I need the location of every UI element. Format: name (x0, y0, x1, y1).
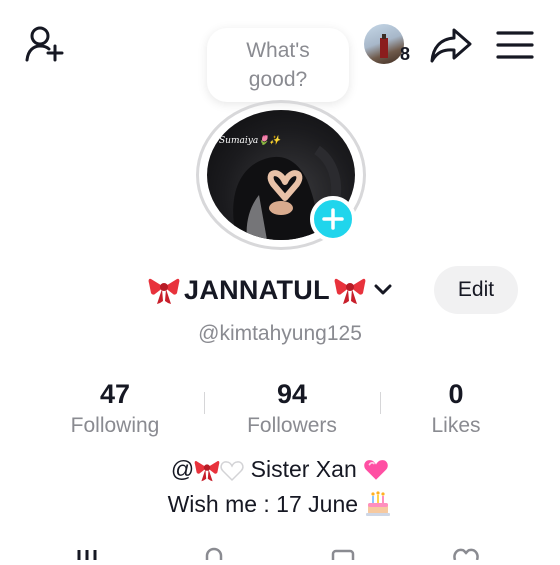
likes-count: 0 (448, 379, 464, 409)
photo-caption: Sumaiya🌷✨ (219, 136, 281, 146)
bow-emoji-icon (148, 278, 180, 304)
display-name: JANNATUL (184, 274, 330, 305)
following-label: Following (70, 414, 160, 437)
status-note-bubble[interactable]: What's good? (207, 28, 349, 102)
pink-heart-emoji-icon (364, 460, 388, 480)
followers-stat[interactable]: 94 Followers (207, 378, 377, 440)
repost-icon (331, 549, 355, 565)
friend-avatar[interactable] (364, 24, 404, 64)
birthday-cake-emoji-icon (366, 491, 391, 516)
edit-label: Edit (457, 278, 495, 301)
add-story-button[interactable] (310, 196, 356, 242)
tab-liked[interactable] (452, 546, 480, 565)
stat-divider (204, 392, 205, 414)
bio-line-2: Wish me : 17 June (0, 489, 560, 518)
likes-label: Likes (431, 414, 481, 437)
share-profile-button[interactable] (428, 24, 474, 68)
followers-label: Followers (247, 414, 337, 437)
tab-private[interactable] (202, 546, 226, 565)
tab-videos[interactable] (76, 546, 102, 565)
bow-emoji-icon (194, 460, 220, 482)
bio-line-1: @ Sister Xan (0, 456, 560, 483)
avatar-image (380, 34, 388, 58)
menu-icon (496, 31, 534, 59)
username: @kimtahyung125 (198, 322, 362, 345)
bio-text: Sister Xan (250, 456, 357, 482)
add-friend-button[interactable] (24, 24, 68, 68)
white-heart-emoji-icon (220, 461, 244, 482)
following-count: 47 (99, 379, 131, 409)
bow-emoji-icon (334, 278, 366, 304)
menu-button[interactable] (496, 28, 534, 62)
chevron-down-icon (374, 284, 392, 295)
bio-mention-prefix: @ (170, 456, 195, 482)
bio-birthday-text: Wish me : 17 June (167, 491, 359, 517)
lock-icon (205, 547, 223, 560)
add-user-icon (25, 26, 64, 62)
grid-icon (77, 550, 97, 560)
followers-count: 94 (276, 379, 308, 409)
friends-count-badge: 8 (400, 44, 411, 64)
heart-icon (453, 548, 479, 561)
status-note-text: What's good? (246, 39, 310, 91)
edit-profile-button[interactable]: Edit (434, 266, 518, 314)
plus-icon (322, 208, 344, 230)
name-switcher[interactable]: JANNATUL (148, 268, 394, 312)
likes-stat[interactable]: 0 Likes (371, 378, 541, 440)
following-stat[interactable]: 47 Following (30, 378, 200, 440)
share-icon (430, 28, 472, 63)
tab-reposts[interactable] (330, 546, 356, 565)
